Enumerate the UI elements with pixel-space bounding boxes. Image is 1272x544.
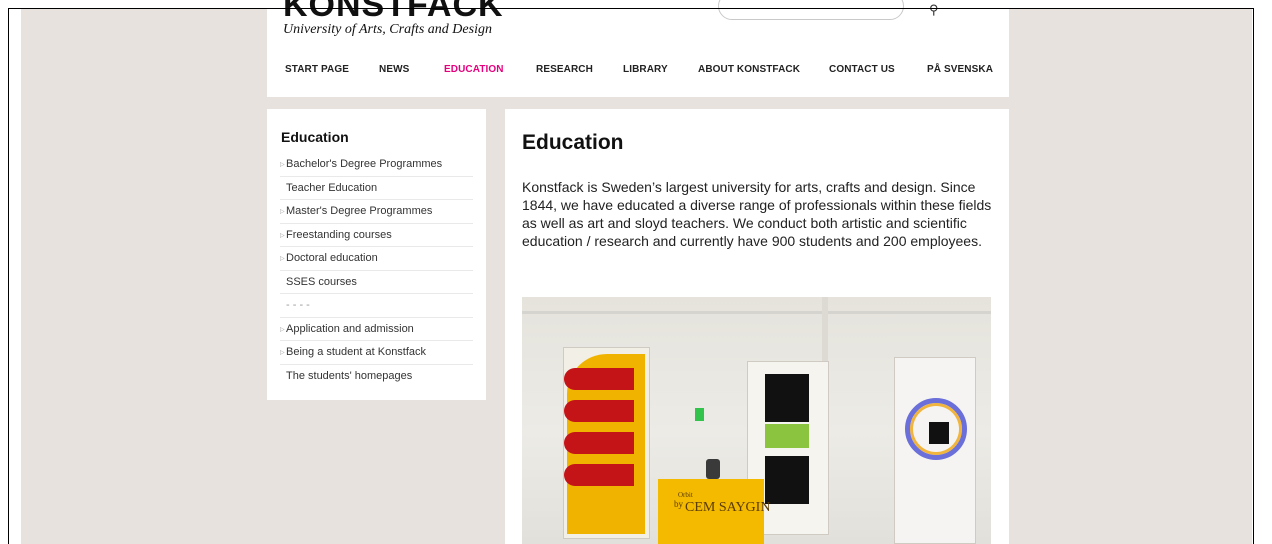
outer-frame [8,8,1254,544]
